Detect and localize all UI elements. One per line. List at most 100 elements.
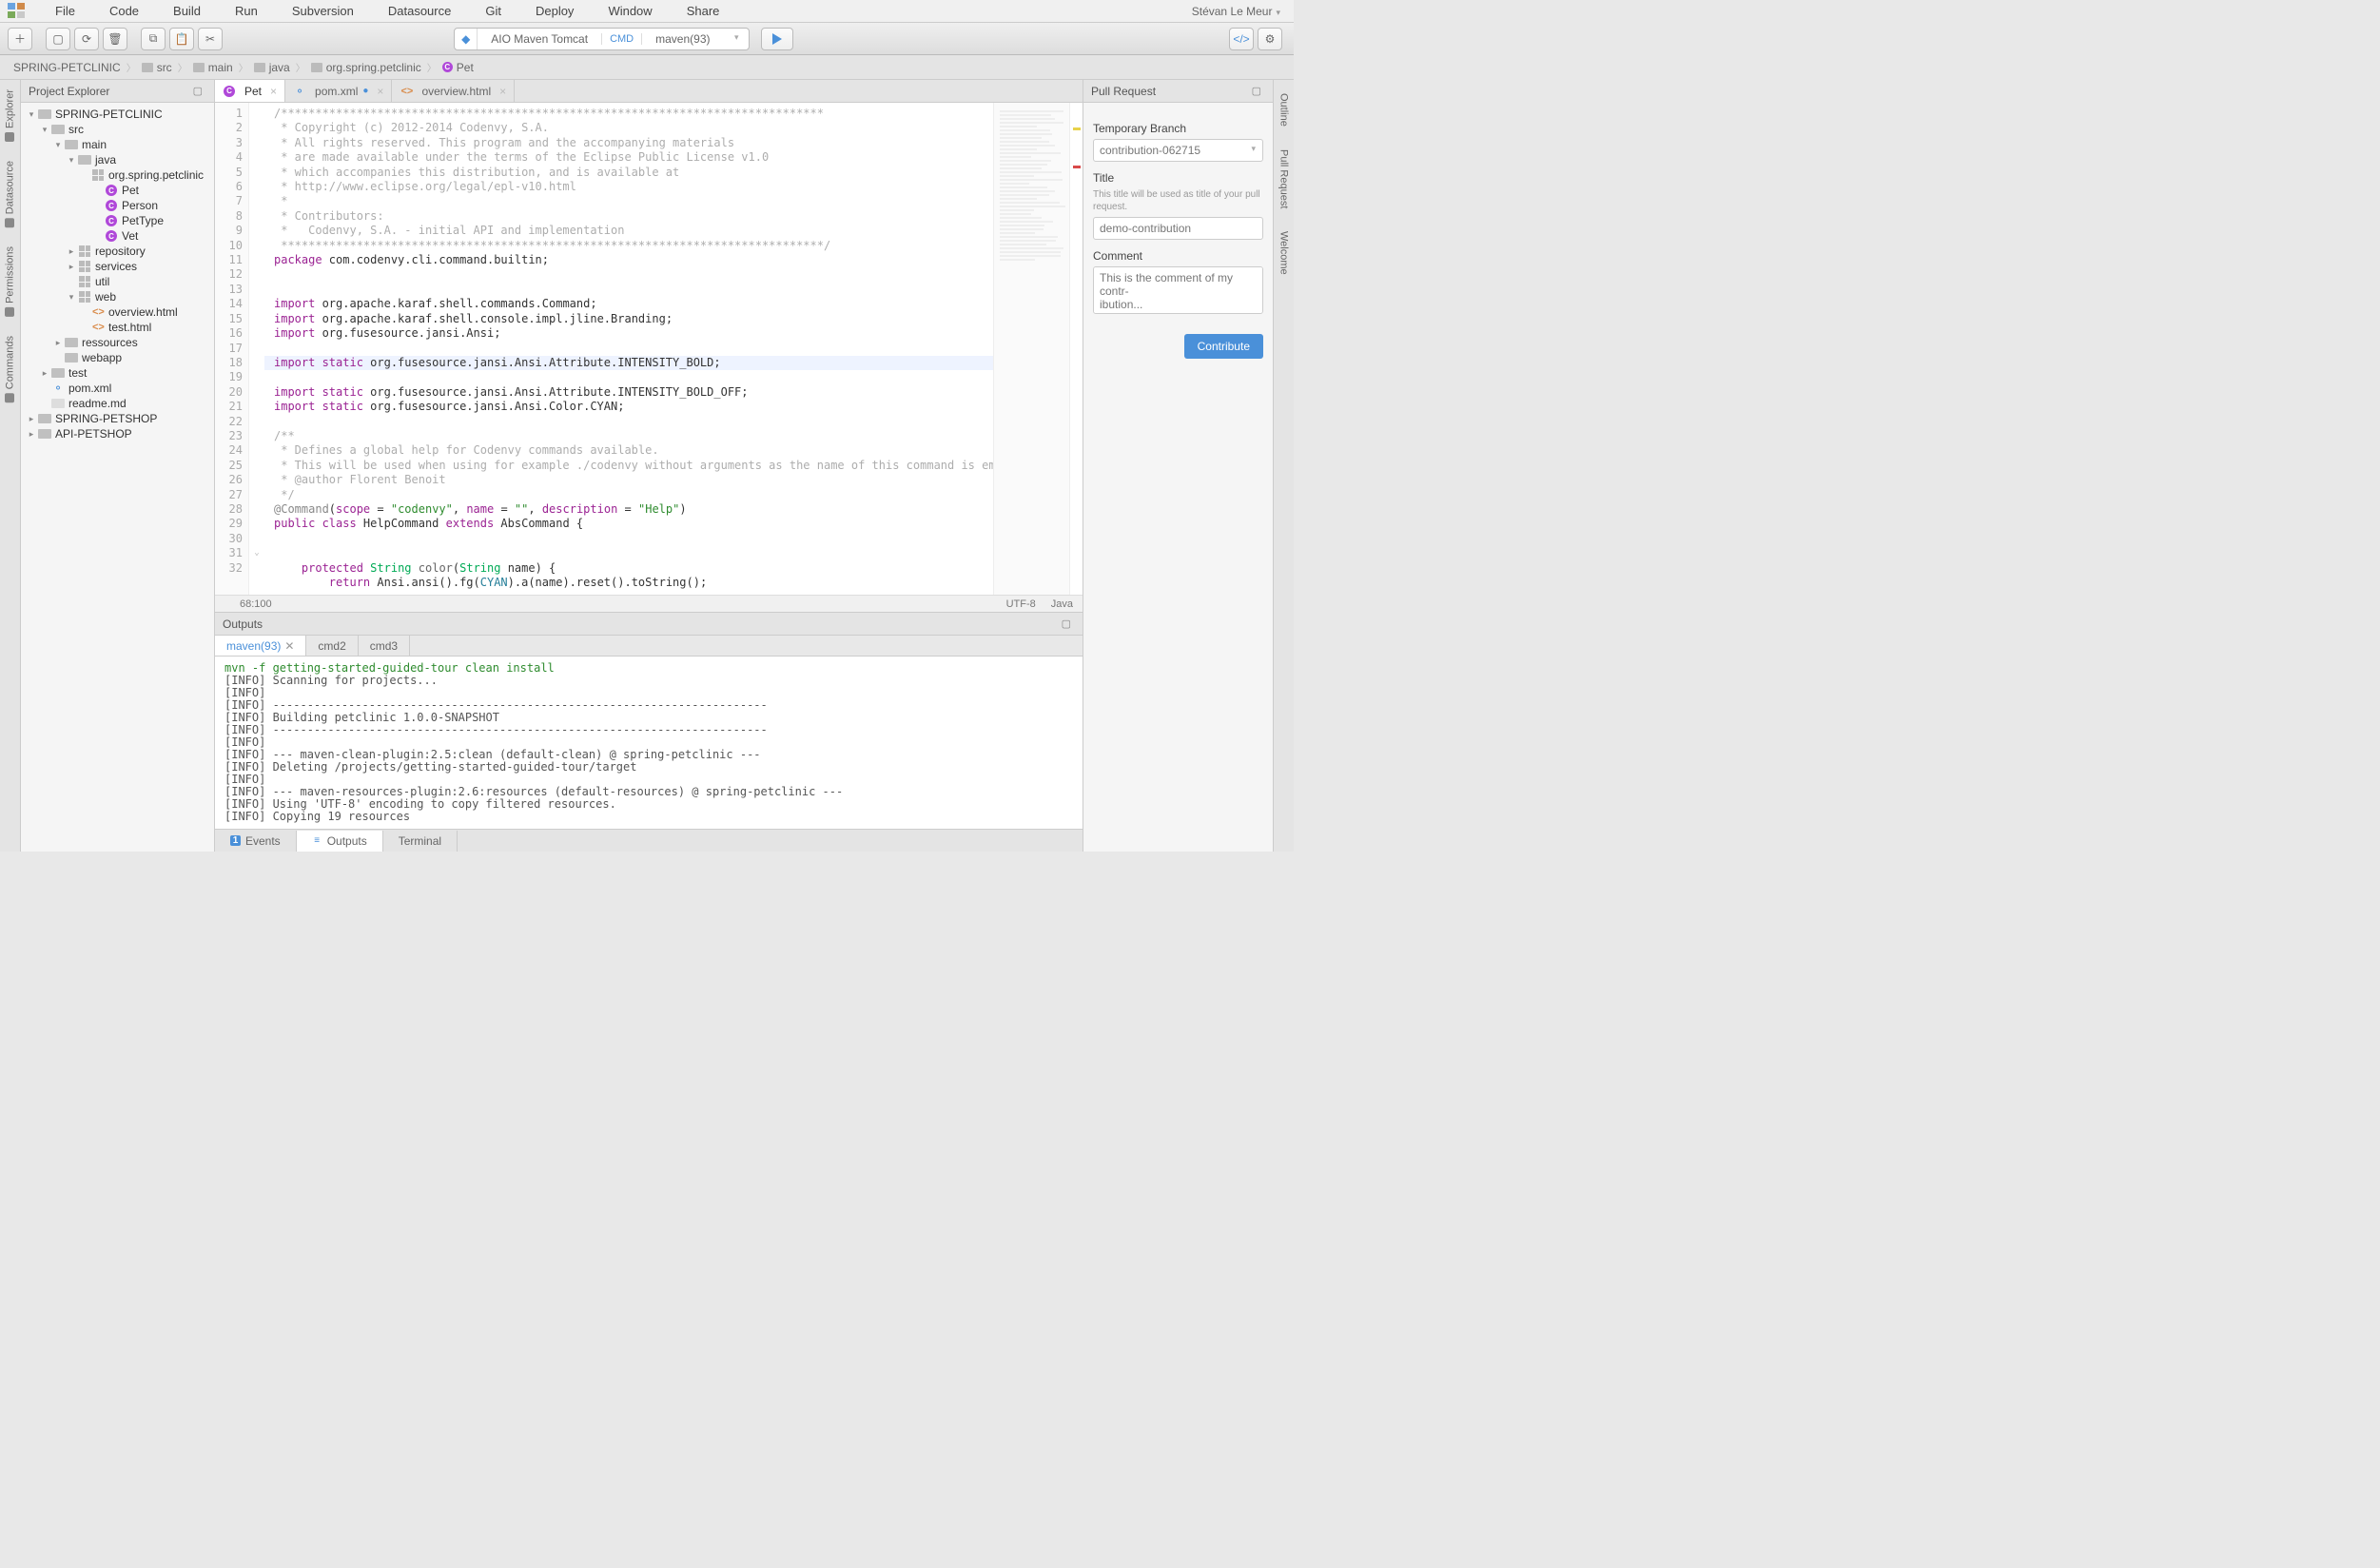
bottom-tab-terminal[interactable]: Terminal [383, 831, 458, 852]
editor-area: CPet×⚬pom.xml●×<>overview.html× 1 2 3 4 … [215, 80, 1083, 852]
new-button[interactable]: ＋ [8, 28, 32, 50]
comment-textarea[interactable]: This is the comment of my contr- ibution… [1093, 266, 1263, 314]
rail-tab-outline[interactable]: Outline [1274, 80, 1294, 136]
tree-node[interactable]: ▸ressources [21, 335, 214, 350]
menu-build[interactable]: Build [156, 4, 218, 18]
cursor-position: 68:100 [240, 598, 272, 610]
fold-column[interactable]: ⌄ [249, 103, 264, 595]
tree-node[interactable]: ▾main [21, 137, 214, 152]
editor-tab[interactable]: CPet× [215, 80, 285, 102]
crumb[interactable]: SPRING-PETCLINIC [8, 61, 127, 74]
menu-window[interactable]: Window [591, 4, 669, 18]
left-rail: ExplorerDatasourcePermissionsCommands [0, 80, 21, 852]
cls-icon: C [223, 86, 236, 97]
menu-datasource[interactable]: Datasource [371, 4, 468, 18]
close-icon[interactable]: × [499, 85, 506, 98]
contribute-button[interactable]: Contribute [1184, 334, 1263, 359]
menu-git[interactable]: Git [468, 4, 518, 18]
file-encoding[interactable]: UTF-8 [1006, 598, 1036, 610]
user-menu[interactable]: Stévan Le Meur▾ [1182, 5, 1290, 18]
output-tab[interactable]: cmd2 [306, 636, 358, 656]
bottom-tab-outputs[interactable]: ≡Outputs [297, 831, 383, 852]
xml-icon: ⚬ [51, 382, 65, 394]
menu-file[interactable]: File [38, 4, 92, 18]
close-icon[interactable]: × [377, 85, 383, 98]
tree-node[interactable]: CPetType [21, 213, 214, 228]
rail-tab-welcome[interactable]: Welcome [1274, 218, 1294, 284]
code-view-button[interactable]: </> [1229, 28, 1254, 50]
tree-node[interactable]: CVet [21, 228, 214, 244]
panel-min-icon[interactable]: ▢ [1062, 617, 1071, 630]
pkg-icon [78, 276, 91, 287]
paste-button[interactable]: 📋 [169, 28, 194, 50]
pull-request-header: Pull Request ▢ [1083, 80, 1273, 103]
close-icon[interactable]: × [270, 85, 277, 98]
tree-node[interactable]: readme.md [21, 396, 214, 411]
editor-tabs: CPet×⚬pom.xml●×<>overview.html× [215, 80, 1083, 103]
tree-node[interactable]: ▾src [21, 122, 214, 137]
tree-node[interactable]: ▾web [21, 289, 214, 304]
copy-button[interactable]: ⧉ [141, 28, 166, 50]
tree-node[interactable]: ▸test [21, 365, 214, 381]
rail-tab-explorer[interactable]: Explorer [0, 80, 20, 151]
run-button[interactable] [761, 28, 793, 50]
crumb[interactable]: java [248, 61, 296, 74]
bottom-tab-events[interactable]: 1Events [215, 831, 297, 852]
save-button[interactable]: ▢ [46, 28, 70, 50]
tree-node[interactable]: <>overview.html [21, 304, 214, 320]
panel-min-icon[interactable]: ▢ [1252, 85, 1261, 97]
branch-select[interactable]: contribution-062715 [1093, 139, 1263, 162]
code-content[interactable]: /***************************************… [264, 103, 993, 595]
tree-node[interactable]: ▸SPRING-PETSHOP [21, 411, 214, 426]
folder-icon [65, 139, 78, 150]
tree-node[interactable]: ▸repository [21, 244, 214, 259]
rail-tab-commands[interactable]: Commands [0, 326, 20, 412]
panel-min-icon[interactable]: ▢ [193, 85, 203, 97]
crumb[interactable]: org.spring.petclinic [305, 61, 427, 74]
run-config-selector[interactable]: ◆ AIO Maven Tomcat CMD maven(93) [454, 28, 749, 50]
editor-tab[interactable]: <>overview.html× [392, 80, 515, 102]
minimap[interactable] [993, 103, 1069, 595]
settings-button[interactable]: ⚙ [1258, 28, 1282, 50]
close-icon[interactable]: ✕ [284, 639, 294, 653]
output-tab[interactable]: cmd3 [359, 636, 410, 656]
cut-button[interactable]: ✂ [198, 28, 223, 50]
refresh-button[interactable]: ⟳ [74, 28, 99, 50]
tree-node[interactable]: CPerson [21, 198, 214, 213]
menu-share[interactable]: Share [670, 4, 737, 18]
crumb[interactable]: main [187, 61, 239, 74]
rail-tab-datasource[interactable]: Datasource [0, 151, 20, 237]
tree-node[interactable]: webapp [21, 350, 214, 365]
tree-node[interactable]: ⚬pom.xml [21, 381, 214, 396]
menu-deploy[interactable]: Deploy [518, 4, 591, 18]
editor-tab[interactable]: ⚬pom.xml●× [285, 80, 392, 102]
tree-node[interactable]: CPet [21, 183, 214, 198]
project-icon [38, 428, 51, 440]
crumb[interactable]: src [136, 61, 178, 74]
run-config-command[interactable]: maven(93) [642, 32, 748, 46]
tree-node[interactable]: <>test.html [21, 320, 214, 335]
file-language[interactable]: Java [1051, 598, 1073, 610]
rail-tab-pull-request[interactable]: Pull Request [1274, 136, 1294, 218]
dirty-icon: ● [362, 86, 368, 96]
tree-node[interactable]: ▸services [21, 259, 214, 274]
menu-run[interactable]: Run [218, 4, 275, 18]
code-editor[interactable]: 1 2 3 4 5 6 7 8 9 10 11 12 13 14 15 16 1… [215, 103, 1083, 595]
title-input[interactable] [1093, 217, 1263, 240]
tree-node[interactable]: ▾SPRING-PETCLINIC [21, 107, 214, 122]
tree-node[interactable]: org.spring.petclinic [21, 167, 214, 183]
rail-tab-permissions[interactable]: Permissions [0, 237, 20, 326]
tree-node[interactable]: ▾java [21, 152, 214, 167]
console-output[interactable]: mvn -f getting-started-guided-tour clean… [215, 657, 1083, 829]
menu-code[interactable]: Code [92, 4, 156, 18]
pkg-icon [78, 261, 91, 272]
tree-node[interactable]: ▸API-PETSHOP [21, 426, 214, 441]
output-tab[interactable]: maven(93) ✕ [215, 636, 306, 656]
marker-strip[interactable] [1069, 103, 1083, 595]
md-icon [51, 398, 65, 409]
delete-button[interactable]: 🗑 [103, 28, 127, 50]
panel-title: Project Explorer [29, 85, 109, 98]
tree-node[interactable]: util [21, 274, 214, 289]
crumb[interactable]: CPet [437, 61, 479, 74]
menu-subversion[interactable]: Subversion [275, 4, 371, 18]
